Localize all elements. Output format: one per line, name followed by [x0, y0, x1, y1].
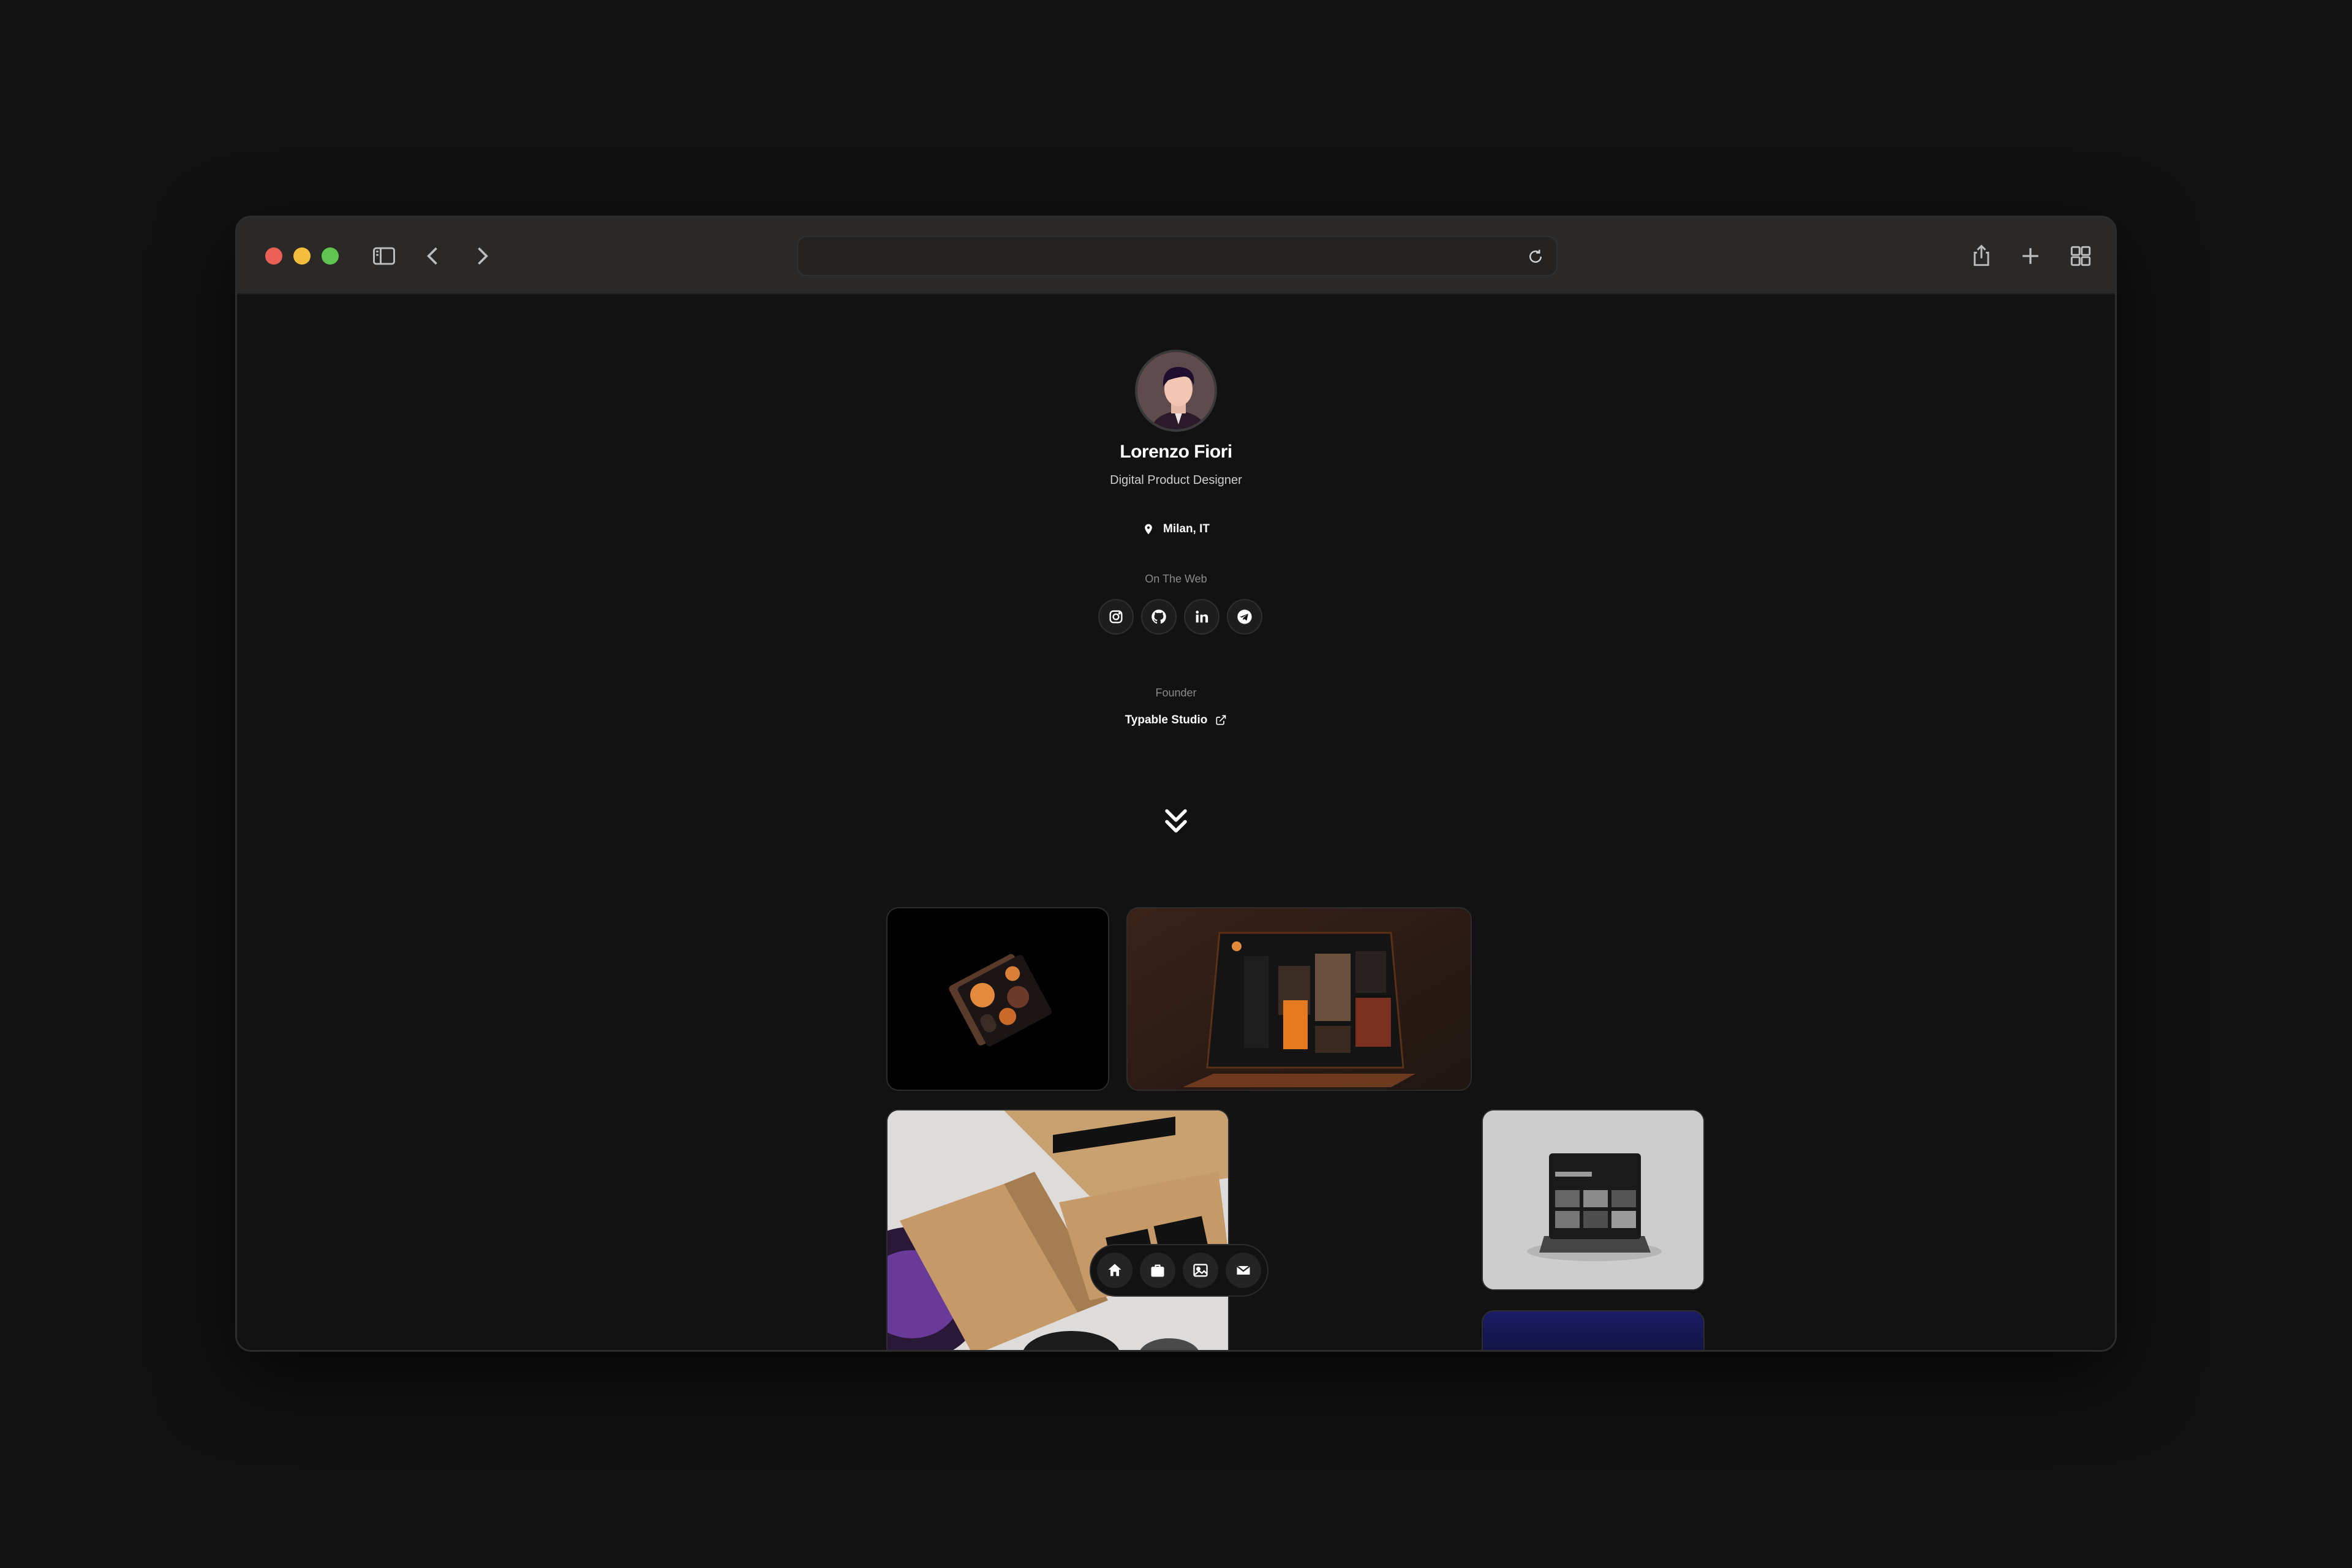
mail-icon[interactable] [1226, 1253, 1261, 1288]
tile-wacom-boxes[interactable] [886, 1109, 1229, 1350]
forward-icon[interactable] [464, 238, 500, 274]
minimize-button[interactable] [293, 247, 311, 265]
new-tab-icon[interactable] [2012, 238, 2049, 274]
location: Milan, IT [237, 522, 2115, 536]
image-icon[interactable] [1183, 1253, 1218, 1288]
social-links [1098, 599, 1262, 635]
instagram-icon[interactable] [1098, 599, 1134, 635]
briefcase-icon[interactable] [1140, 1253, 1175, 1288]
telegram-icon[interactable] [1227, 599, 1262, 635]
tile-pattern-cards[interactable] [886, 907, 1109, 1091]
browser-window: Lorenzo Fiori Digital Product Designer M… [235, 216, 2117, 1352]
founder-heading: Founder [1155, 687, 1197, 699]
tab-overview-icon[interactable] [2062, 238, 2099, 274]
page-content: Lorenzo Fiori Digital Product Designer M… [237, 295, 2115, 1350]
tile-blue-partial[interactable] [1482, 1310, 1705, 1350]
avatar [1135, 350, 1217, 432]
tile-tablet-mockup[interactable] [1482, 1109, 1705, 1291]
scroll-down-icon[interactable] [1158, 802, 1194, 839]
back-icon[interactable] [415, 238, 451, 274]
home-icon[interactable] [1097, 1253, 1133, 1288]
github-icon[interactable] [1141, 599, 1177, 635]
share-icon[interactable] [1963, 238, 2000, 274]
sidebar-icon[interactable] [366, 238, 402, 274]
profile-role: Digital Product Designer [1110, 473, 1242, 487]
location-label: Milan, IT [1163, 522, 1210, 535]
close-button[interactable] [265, 247, 282, 265]
address-bar[interactable] [797, 236, 1558, 276]
reload-icon[interactable] [1523, 244, 1548, 269]
external-link-icon [1216, 715, 1226, 725]
studio-link[interactable]: Typable Studio [237, 714, 2115, 727]
studio-label[interactable]: Typable Studio [1125, 714, 1208, 727]
linkedin-icon[interactable] [1184, 599, 1219, 635]
location-pin-icon [1145, 524, 1152, 535]
browser-toolbar [237, 217, 2115, 295]
profile-name: Lorenzo Fiori [1120, 442, 1232, 462]
on-the-web-heading: On The Web [1145, 573, 1207, 585]
zoom-button[interactable] [322, 247, 339, 265]
bottom-nav-dock [1090, 1244, 1268, 1297]
tile-laptop-orange[interactable] [1126, 907, 1472, 1091]
